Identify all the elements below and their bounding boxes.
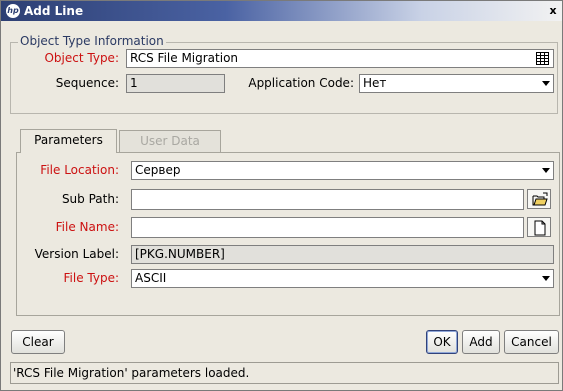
open-folder-icon — [532, 192, 548, 206]
file-location-value: Сервер — [135, 163, 181, 177]
tab-user-data[interactable]: User Data — [119, 130, 221, 152]
sequence-label: Sequence: — [55, 76, 119, 90]
add-line-dialog: hp Add Line x Object Type Information Ob… — [0, 0, 563, 391]
version-label-field: [PKG.NUMBER] — [131, 245, 554, 264]
hp-logo-icon: hp — [6, 4, 20, 18]
chevron-down-icon — [542, 276, 550, 281]
new-file-button[interactable] — [527, 217, 551, 237]
chevron-down-icon — [542, 81, 550, 86]
document-icon — [534, 220, 546, 236]
file-location-dropdown[interactable]: Сервер — [131, 161, 554, 180]
file-name-input[interactable] — [131, 217, 524, 238]
object-type-field[interactable]: RCS File Migration — [126, 49, 554, 68]
browse-folder-button[interactable] — [527, 189, 551, 209]
chevron-down-icon — [542, 168, 550, 173]
file-name-label: File Name: — [55, 220, 119, 234]
object-type-info-title: Object Type Information — [18, 34, 166, 48]
close-button[interactable]: x — [546, 4, 560, 18]
object-type-label: Object Type: — [44, 51, 119, 65]
application-code-label: Application Code: — [248, 76, 354, 90]
title-bar[interactable]: hp Add Line x — [1, 1, 562, 21]
application-code-value: Нет — [363, 76, 387, 90]
add-button[interactable]: Add — [462, 330, 500, 354]
window-title: Add Line — [24, 4, 84, 18]
file-type-dropdown[interactable]: ASCII — [131, 269, 554, 288]
file-location-label: File Location: — [40, 163, 119, 177]
ok-button[interactable]: OK — [426, 330, 458, 354]
file-type-value: ASCII — [135, 271, 167, 285]
tab-parameters[interactable]: Parameters — [20, 129, 117, 153]
application-code-dropdown[interactable]: Нет — [359, 74, 554, 93]
version-label-label: Version Label: — [34, 247, 119, 261]
status-bar: 'RCS File Migration' parameters loaded. — [10, 362, 559, 384]
file-type-label: File Type: — [63, 271, 120, 285]
sub-path-label: Sub Path: — [61, 192, 119, 206]
clear-button[interactable]: Clear — [11, 330, 65, 354]
table-lookup-icon[interactable] — [536, 52, 549, 65]
cancel-button[interactable]: Cancel — [504, 330, 559, 354]
object-type-value: RCS File Migration — [130, 51, 239, 65]
sub-path-input[interactable] — [131, 189, 524, 210]
sequence-field: 1 — [126, 74, 225, 93]
